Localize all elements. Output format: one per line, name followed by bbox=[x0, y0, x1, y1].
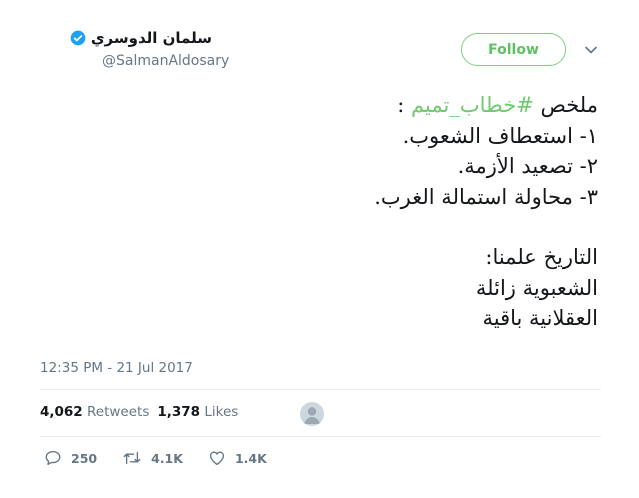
tweet-line-4: ٣- محاولة استمالة الغرب. bbox=[374, 184, 598, 209]
tweet-line-3: ٢- تصعيد الأزمة. bbox=[457, 154, 598, 178]
tweet-text: ملخص #خطاب_تميم : ١- استعطاف الشعوب. ٢- … bbox=[38, 90, 598, 334]
reply-count: 250 bbox=[71, 450, 98, 466]
reply-button[interactable]: 250 bbox=[44, 449, 97, 467]
reply-icon bbox=[45, 450, 61, 466]
liker-avatar[interactable] bbox=[300, 402, 324, 426]
author-display-name[interactable]: سلمان الدوسري bbox=[91, 29, 212, 47]
chevron-down-icon[interactable] bbox=[584, 43, 598, 57]
retweet-icon bbox=[123, 451, 141, 465]
divider bbox=[40, 389, 601, 390]
tweet-line-2: ١- استعطاف الشعوب. bbox=[402, 123, 598, 148]
retweet-button[interactable]: 4.1K bbox=[122, 449, 183, 467]
tweet-line-1: ملخص #خطاب_تميم : bbox=[38, 90, 598, 121]
tweet-line-1-suffix: : bbox=[397, 93, 412, 117]
tweet-line-6: الشعبوية زائلة bbox=[475, 275, 598, 300]
likes-stat-label: Likes bbox=[204, 404, 239, 420]
verified-badge-icon bbox=[70, 30, 86, 46]
retweets-stat-label: Retweets bbox=[87, 404, 150, 420]
tweet-actions: 250 4.1K 1.4K bbox=[44, 449, 292, 467]
tweet-line-5: التاريخ علمنا: bbox=[485, 245, 598, 269]
author-handle[interactable]: @SalmanAldosary bbox=[102, 53, 229, 69]
tweet-line-7: العقلانية باقية bbox=[482, 306, 598, 330]
like-count: 1.4K bbox=[234, 450, 267, 466]
tweet-timestamp[interactable]: 12:35 PM - 21 Jul 2017 bbox=[40, 360, 193, 376]
follow-button[interactable]: Follow bbox=[461, 33, 566, 66]
divider bbox=[40, 436, 601, 437]
likes-stat-count: 1,378 bbox=[157, 404, 201, 420]
tweet-stats: 4,062 Retweets 1,378 Likes bbox=[40, 404, 238, 420]
default-avatar-icon bbox=[304, 407, 320, 424]
retweet-count: 4.1K bbox=[151, 450, 183, 466]
heart-icon bbox=[209, 451, 224, 466]
likes-stat[interactable]: 1,378 Likes bbox=[157, 404, 238, 420]
tweet-line-1-prefix: ملخص bbox=[533, 93, 599, 117]
retweets-stat-count: 4,062 bbox=[40, 404, 83, 420]
hashtag-link[interactable]: #خطاب_تميم bbox=[411, 93, 534, 117]
like-button[interactable]: 1.4K bbox=[208, 449, 267, 467]
retweets-stat[interactable]: 4,062 Retweets bbox=[40, 404, 149, 420]
author-name-row[interactable]: سلمان الدوسري bbox=[70, 29, 212, 47]
